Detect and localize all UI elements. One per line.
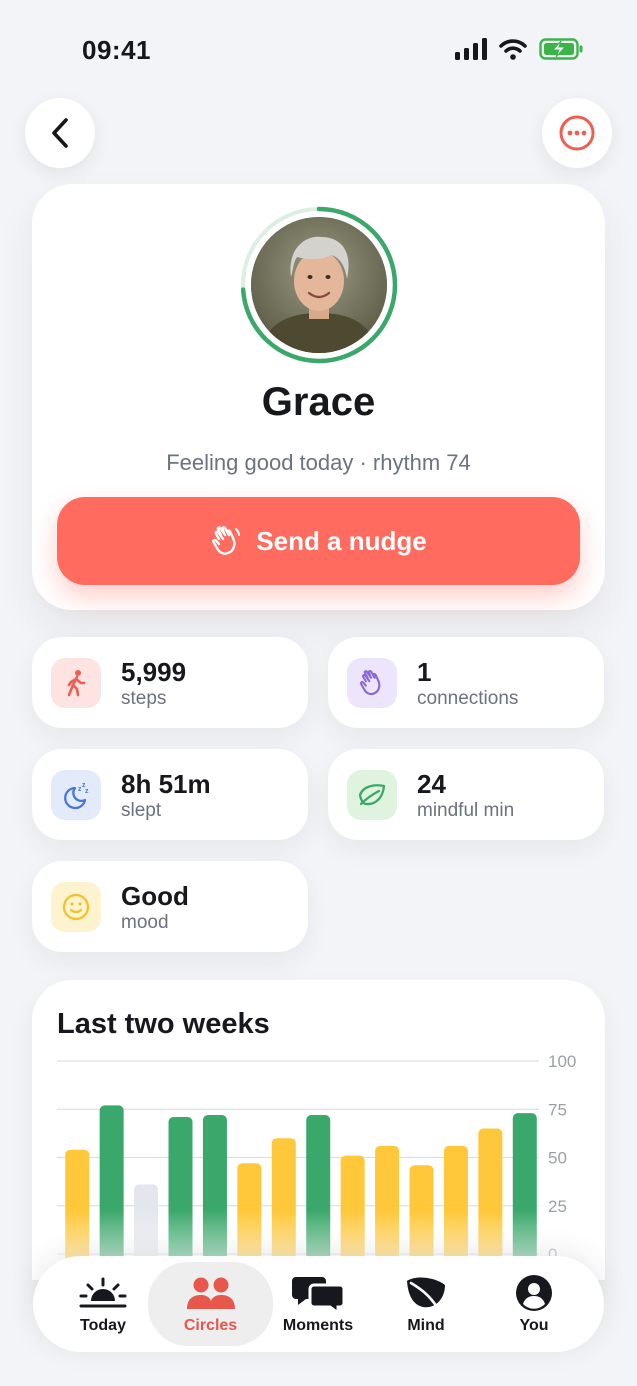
battery-charging-icon (539, 38, 583, 60)
profile-name: Grace (261, 380, 376, 424)
status-time: 09:41 (82, 35, 151, 65)
status-bar: 09:41 (0, 0, 637, 100)
chart-card: Last two weeks 1007550250 (32, 980, 605, 1280)
stat-card-connections: 1 connections (328, 637, 604, 728)
tab-moments[interactable]: Moments (281, 1256, 355, 1352)
back-button[interactable] (25, 98, 95, 168)
stat-icon-bg (51, 882, 101, 932)
stat-value: 24 (417, 769, 446, 799)
tab-mind[interactable]: Mind (395, 1256, 457, 1352)
send-nudge-button[interactable]: Send a nudge (57, 497, 580, 585)
stat-label: mindful min (417, 800, 515, 821)
rhythm-ring (240, 206, 398, 364)
stat-value: Good (121, 881, 189, 911)
y-tick-label: 50 (548, 1149, 567, 1168)
stat-value: 1 (417, 657, 432, 687)
profile-icon (516, 1275, 552, 1311)
chevron-left-icon (52, 118, 68, 148)
tab-label: Mind (407, 1317, 445, 1334)
send-nudge-label: Send a nudge (256, 525, 427, 556)
chat-bubbles-icon (292, 1277, 344, 1313)
stat-icon-bg (347, 770, 397, 820)
sunrise-icon (79, 1277, 127, 1308)
stat-card-mood: Good mood (32, 861, 308, 952)
stat-label: slept (121, 800, 162, 821)
tab-circles[interactable]: Circles (148, 1262, 273, 1346)
stat-label: mood (121, 912, 169, 933)
smiley-icon (62, 893, 90, 921)
stat-icon-bg: z z z (51, 770, 101, 820)
svg-text:z: z (85, 788, 89, 795)
stat-card-steps: 5,999 steps (32, 637, 308, 728)
waving-hand-icon (359, 670, 381, 696)
more-options-button[interactable] (542, 98, 612, 168)
tab-label: Circles (183, 1317, 238, 1334)
tab-label: Moments (282, 1317, 354, 1334)
y-tick-label: 100 (548, 1052, 576, 1071)
stat-icon-bg (347, 658, 397, 708)
stat-card-mindful: 24 mindful min (328, 749, 604, 840)
people-icon (186, 1277, 235, 1309)
stat-value: 5,999 (121, 657, 187, 687)
profile-subtitle: Feeling good today · rhythm 74 (166, 450, 471, 475)
tab-label: You (519, 1317, 549, 1334)
waving-hand-icon (212, 526, 241, 555)
leaf-icon (358, 784, 386, 806)
more-dots-icon (559, 115, 595, 151)
avatar (251, 217, 387, 353)
bar-chart: 1007550250 (32, 1052, 605, 1280)
leaf-icon (407, 1277, 445, 1309)
profile-card: Grace Feeling good today · rhythm 74 Sen… (32, 184, 605, 610)
stat-label: steps (121, 688, 167, 709)
y-tick-label: 75 (548, 1100, 567, 1119)
wifi-icon (499, 39, 527, 60)
stat-card-sleep: z z z 8h 51m slept (32, 749, 308, 840)
stat-label: connections (417, 688, 519, 709)
tab-you[interactable]: You (505, 1256, 563, 1352)
status-icons (455, 38, 583, 60)
moon-sleep-icon: z z z (64, 782, 89, 810)
tab-label: Today (80, 1317, 126, 1334)
tab-today[interactable]: Today (71, 1256, 135, 1352)
stat-value: 8h 51m (121, 769, 211, 799)
walking-icon (67, 670, 86, 697)
stat-icon-bg (51, 658, 101, 708)
cellular-signal-icon (455, 38, 487, 60)
tab-bar: Today Circles Moments Mind You (33, 1256, 604, 1352)
